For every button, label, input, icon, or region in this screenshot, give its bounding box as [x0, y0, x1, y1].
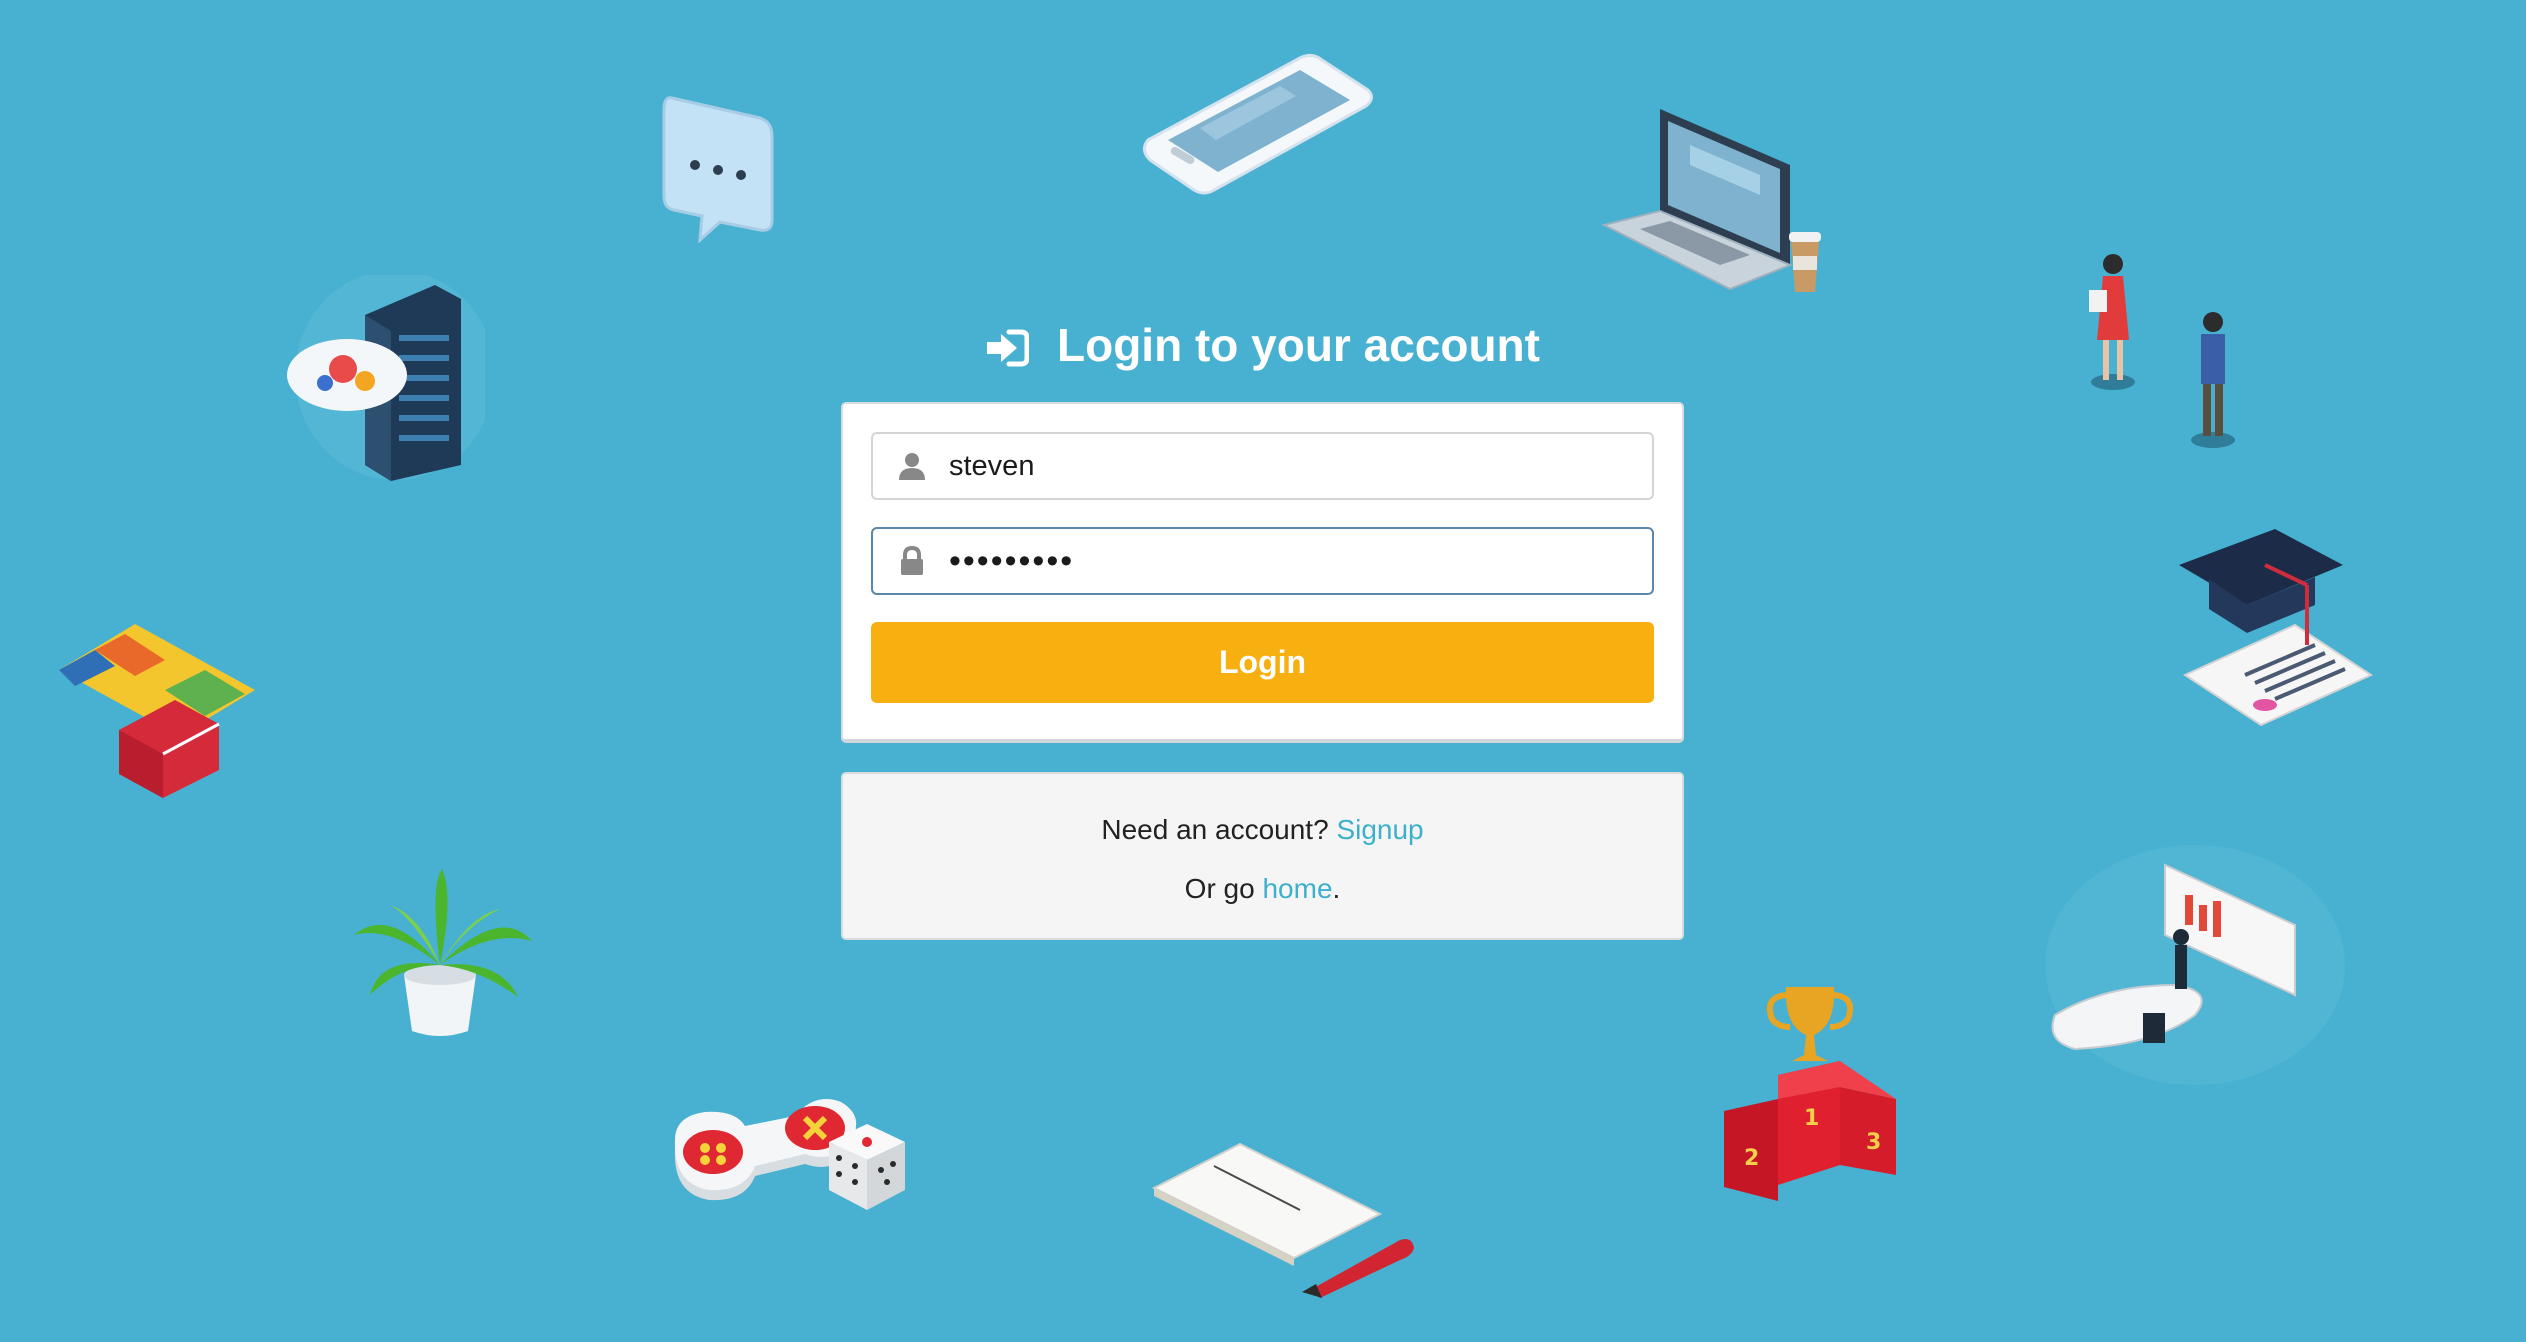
home-link[interactable]: home	[1262, 873, 1332, 904]
notebook-icon	[1150, 1140, 1420, 1300]
graduation-cap-icon	[2175, 525, 2375, 735]
map-suitcase-icon	[55, 620, 255, 800]
username-input[interactable]	[949, 434, 1652, 498]
chat-bubble-icon	[660, 90, 780, 250]
svg-text:1: 1	[1804, 1106, 1819, 1131]
trophy-podium-icon: 1 2 3	[1720, 975, 1900, 1205]
dice-icon	[825, 1120, 910, 1215]
svg-text:3: 3	[1866, 1130, 1881, 1155]
or-go-text: Or go	[1184, 873, 1255, 904]
coffee-cup-icon	[1785, 228, 1825, 298]
login-form: Login	[841, 402, 1684, 743]
password-input[interactable]	[949, 529, 1652, 593]
username-field[interactable]	[871, 432, 1654, 500]
user-icon	[897, 451, 927, 481]
sign-in-icon	[985, 325, 1030, 367]
cloud-server-icon	[285, 275, 485, 485]
signup-line: Need an account? Signup	[843, 800, 1682, 859]
period-text: .	[1332, 873, 1341, 904]
smartphone-icon	[1140, 50, 1380, 210]
page-title-text: Login to your account	[1057, 319, 1540, 371]
presentation-icon	[2045, 845, 2345, 1085]
signup-message: Need an account? Signup Or go home.	[841, 772, 1684, 940]
svg-text:2: 2	[1744, 1146, 1759, 1171]
home-line: Or go home.	[843, 859, 1682, 918]
login-panel: Login to your account Login	[841, 315, 1684, 940]
signup-link[interactable]: Signup	[1336, 814, 1423, 845]
login-button[interactable]: Login	[871, 622, 1654, 703]
laptop-icon	[1600, 105, 1800, 305]
password-field[interactable]	[871, 527, 1654, 595]
lock-icon	[897, 545, 927, 576]
need-account-text: Need an account?	[1101, 814, 1329, 845]
page-title: Login to your account	[841, 315, 1684, 375]
people-icon	[2075, 250, 2255, 460]
plant-icon	[350, 865, 535, 1040]
